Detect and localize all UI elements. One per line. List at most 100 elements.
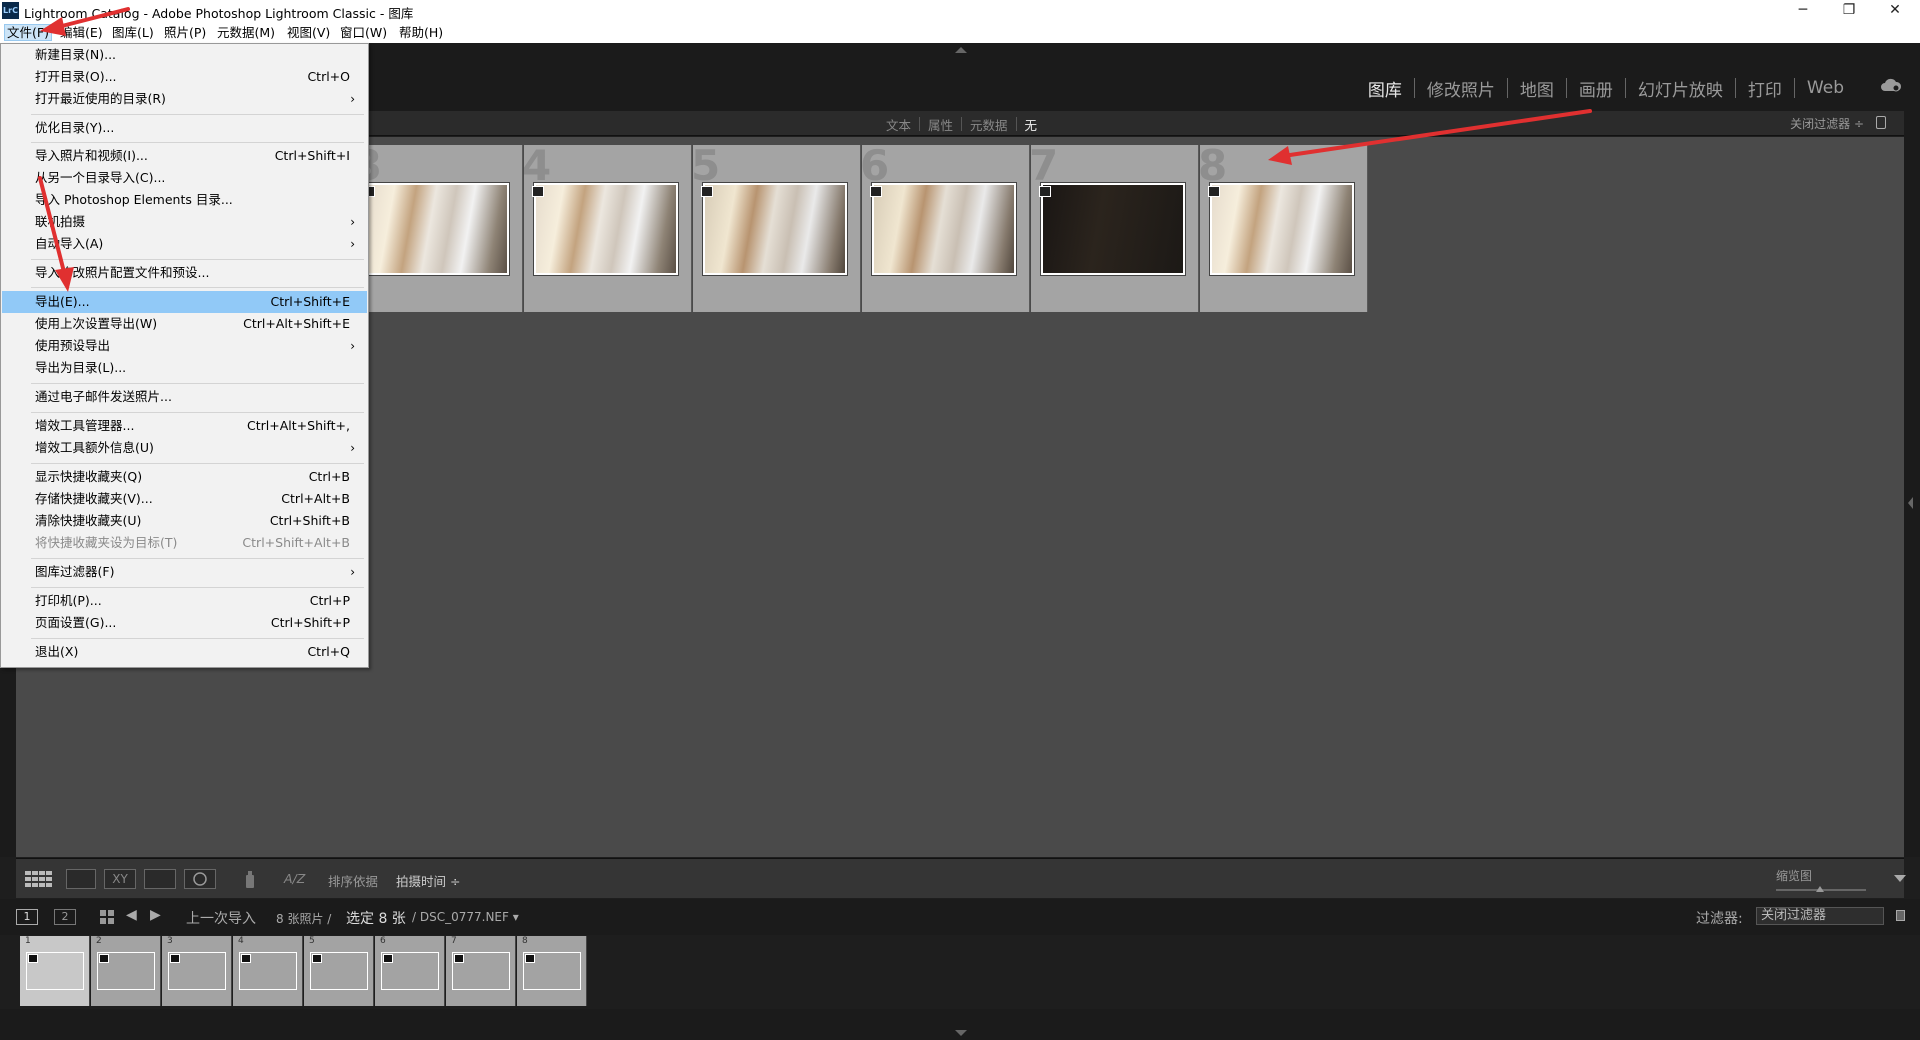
module-slideshow[interactable]: 幻灯片放映 — [1626, 76, 1735, 101]
filmstrip-source[interactable]: 上一次导入 — [186, 908, 256, 928]
menu-item-email-photos[interactable]: 通过电子邮件发送照片... — [2, 386, 367, 408]
slider-knob[interactable] — [1816, 886, 1824, 892]
module-map[interactable]: 地图 — [1508, 76, 1566, 101]
photo-thumbnail[interactable] — [365, 183, 509, 275]
lock-icon[interactable] — [1876, 116, 1886, 129]
right-panel-edge — [1904, 111, 1920, 857]
menu-item-plugin-manager[interactable]: 增效工具管理器... Ctrl+Alt+Shift+, — [2, 415, 367, 437]
compare-view-button[interactable]: XY — [104, 869, 136, 889]
photo-thumbnail[interactable] — [1210, 183, 1354, 275]
menu-item-new-catalog[interactable]: 新建目录(N)... — [2, 44, 367, 66]
grid-small-icon[interactable] — [99, 909, 115, 925]
menu-item-auto-import[interactable]: 自动导入(A) › — [2, 233, 367, 255]
menu-window[interactable]: 窗口(W) — [338, 24, 389, 41]
photo-thumbnail[interactable] — [1041, 183, 1185, 275]
filmstrip-cell[interactable]: 4 — [233, 936, 303, 1006]
module-develop[interactable]: 修改照片 — [1415, 76, 1507, 101]
menu-item-import-photos[interactable]: 导入照片和视频(I)... Ctrl+Shift+I — [2, 145, 367, 167]
filmstrip-index: 2 — [96, 936, 102, 946]
filter-text[interactable]: 文本 — [878, 115, 919, 134]
thumbnail-size-label: 缩览图 — [1776, 869, 1813, 883]
menu-item-exit[interactable]: 退出(X) Ctrl+Q — [2, 641, 367, 663]
module-library[interactable]: 图库 — [1356, 76, 1414, 101]
menu-item-clear-quick-collection[interactable]: 清除快捷收藏夹(U) Ctrl+Shift+B — [2, 510, 367, 532]
filter-preset-select[interactable]: 关闭过滤器 ÷ — [1790, 115, 1864, 132]
grid-cell[interactable]: 7 — [1031, 145, 1199, 312]
close-button[interactable]: ✕ — [1872, 0, 1918, 22]
photo-thumbnail[interactable] — [534, 183, 678, 275]
edited-badge-icon — [701, 186, 713, 197]
filter-lock-icon[interactable] — [1896, 910, 1905, 921]
menu-item-import-elements[interactable]: 导入 Photoshop Elements 目录... — [2, 189, 367, 211]
cloud-sync-icon[interactable] — [1880, 78, 1902, 92]
filmstrip-cell[interactable]: 5 — [304, 936, 374, 1006]
collapse-filmstrip-icon[interactable] — [955, 1030, 967, 1036]
menu-view[interactable]: 视图(V) — [285, 24, 332, 41]
menu-file[interactable]: 文件(F) — [4, 24, 52, 41]
filmstrip-cell[interactable]: 2 — [91, 936, 161, 1006]
spray-can-icon[interactable] — [244, 869, 256, 889]
menu-item-export[interactable]: 导出(E)... Ctrl+Shift+E — [2, 291, 367, 313]
module-print[interactable]: 打印 — [1736, 76, 1794, 101]
restore-button[interactable]: ❐ — [1826, 0, 1872, 22]
filmstrip-cell[interactable]: 6 — [375, 936, 445, 1006]
loupe-view-button[interactable] — [66, 869, 96, 889]
menu-item-show-quick-collection[interactable]: 显示快捷收藏夹(Q) Ctrl+B — [2, 466, 367, 488]
menu-separator — [31, 463, 364, 464]
filter-none[interactable]: 无 — [1017, 115, 1046, 134]
expand-right-panel-icon[interactable] — [1908, 497, 1913, 509]
menu-item-save-quick-collection[interactable]: 存储快捷收藏夹(V)... Ctrl+Alt+B — [2, 488, 367, 510]
menu-library[interactable]: 图库(L) — [110, 24, 156, 41]
submenu-chevron-icon: › — [350, 215, 355, 229]
menu-item-printer[interactable]: 打印机(P)... Ctrl+P — [2, 590, 367, 612]
menu-item-tethered-capture[interactable]: 联机拍摄 › — [2, 211, 367, 233]
menu-item-export-as-catalog[interactable]: 导出为目录(L)... — [2, 357, 367, 379]
survey-view-button[interactable] — [144, 869, 176, 889]
filmstrip-filter-select[interactable]: 关闭过滤器 — [1756, 907, 1884, 925]
filmstrip-index: 8 — [522, 936, 528, 946]
menu-item-export-previous[interactable]: 使用上次设置导出(W) Ctrl+Alt+Shift+E — [2, 313, 367, 335]
forward-arrow-icon[interactable]: ▶ — [150, 907, 161, 923]
menu-item-import-from-catalog[interactable]: 从另一个目录导入(C)... — [2, 167, 367, 189]
filmstrip-cell[interactable]: 3 — [162, 936, 232, 1006]
menu-item-export-preset[interactable]: 使用预设导出 › — [2, 335, 367, 357]
filter-attribute[interactable]: 属性 — [920, 115, 961, 134]
menu-item-import-profiles[interactable]: 导入修改照片配置文件和预设... — [2, 262, 367, 284]
current-filename[interactable]: / DSC_0777.NEF ▾ — [412, 910, 519, 924]
grid-cell[interactable]: 4 — [524, 145, 692, 312]
photo-thumbnail[interactable] — [703, 183, 847, 275]
photo-thumbnail[interactable] — [872, 183, 1016, 275]
menu-metadata[interactable]: 元数据(M) — [215, 24, 277, 41]
grid-cell[interactable]: 8 — [1200, 145, 1368, 312]
people-view-button[interactable] — [184, 869, 216, 889]
minimize-button[interactable]: ─ — [1780, 0, 1826, 22]
menu-item-optimize-catalog[interactable]: 优化目录(Y)... — [2, 117, 367, 139]
grid-cell[interactable]: 5 — [693, 145, 861, 312]
filter-metadata[interactable]: 元数据 — [962, 115, 1016, 134]
menu-item-open-catalog[interactable]: 打开目录(O)... Ctrl+O — [2, 66, 367, 88]
secondary-window-button[interactable]: 2 — [54, 909, 76, 925]
main-window-button[interactable]: 1 — [16, 909, 38, 925]
filmstrip-cell[interactable]: 8 — [517, 936, 587, 1006]
menu-photo[interactable]: 照片(P) — [162, 24, 208, 41]
grid-cell[interactable]: 6 — [862, 145, 1030, 312]
grid-view-button[interactable] — [24, 869, 54, 889]
sort-select[interactable]: 拍摄时间 ÷ — [396, 871, 460, 890]
module-web[interactable]: Web — [1795, 78, 1856, 98]
menu-item-library-filters[interactable]: 图库过滤器(F) › — [2, 561, 367, 583]
module-book[interactable]: 画册 — [1567, 76, 1625, 101]
menu-item-open-recent[interactable]: 打开最近使用的目录(R) › — [2, 88, 367, 110]
filmstrip-cell[interactable]: 1 — [20, 936, 90, 1006]
menu-edit[interactable]: 编辑(E) — [58, 24, 105, 41]
collapse-top-panel-icon[interactable] — [955, 47, 967, 53]
grid-cell[interactable]: 3 — [355, 145, 523, 312]
edited-badge-icon — [870, 186, 882, 197]
back-arrow-icon[interactable]: ◀ — [126, 907, 137, 923]
menu-item-plugin-extras[interactable]: 增效工具额外信息(U) › — [2, 437, 367, 459]
menu-item-page-setup[interactable]: 页面设置(G)... Ctrl+Shift+P — [2, 612, 367, 634]
toolbar-options-icon[interactable] — [1894, 875, 1906, 882]
sort-direction-icon[interactable]: A/Z — [284, 871, 305, 886]
filmstrip-index: 5 — [309, 936, 315, 946]
menu-help[interactable]: 帮助(H) — [397, 24, 445, 41]
filmstrip-cell[interactable]: 7 — [446, 936, 516, 1006]
